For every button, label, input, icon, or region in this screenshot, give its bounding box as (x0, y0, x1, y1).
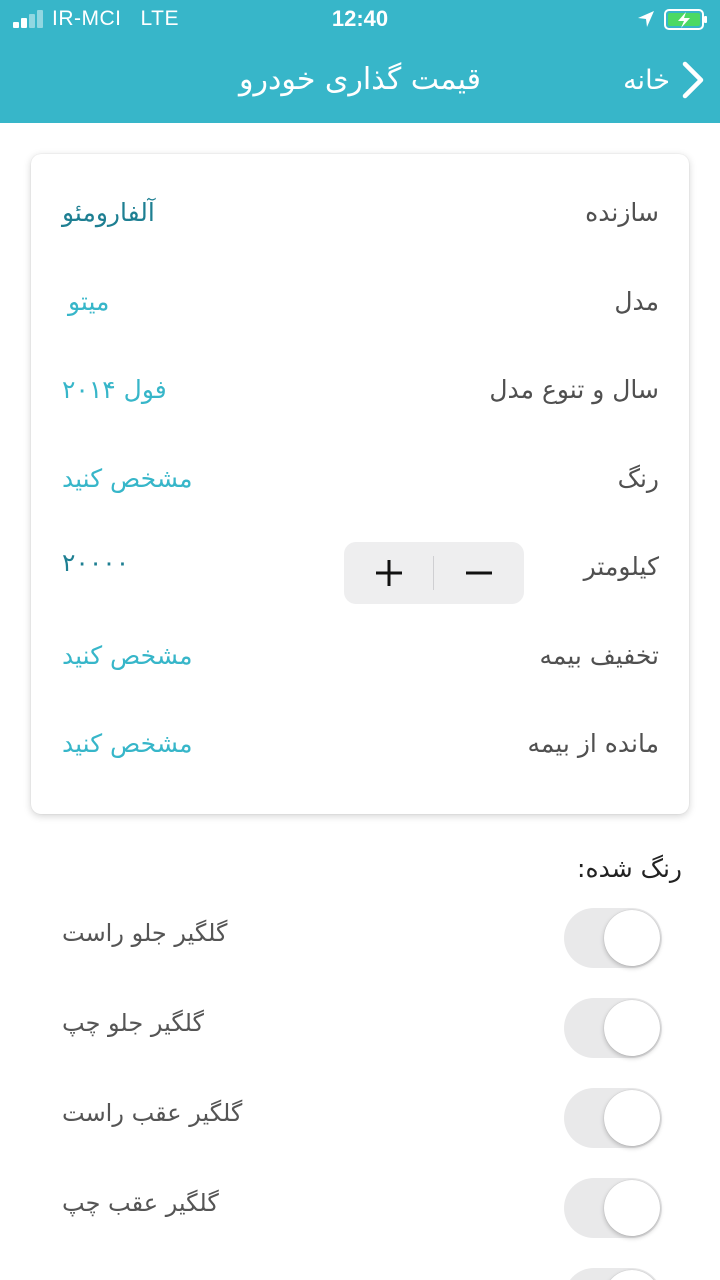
location-arrow-icon (638, 11, 654, 27)
toggle-label: گلگیر جلو راست (62, 919, 228, 947)
front-right-fender-switch[interactable] (564, 908, 662, 968)
switch-knob (604, 1270, 660, 1280)
front-left-fender-switch[interactable] (564, 998, 662, 1058)
model-label: مدل (614, 287, 659, 316)
minus-icon (466, 571, 492, 575)
manufacturer-row[interactable]: سازنده آلفارومئو (31, 183, 689, 243)
switch-knob (604, 1090, 660, 1146)
insurance-discount-value[interactable]: مشخص کنید (62, 626, 193, 686)
app-header: IR-MCI LTE 12:40 قیمت گذاری خودرو خانه (0, 0, 720, 123)
switch-knob (604, 1000, 660, 1056)
painted-toggle-row: گلگیر جلو چپ (0, 998, 720, 1064)
model-value[interactable]: میتو (68, 272, 109, 332)
year-trim-label: سال و تنوع مدل (489, 375, 659, 404)
rear-right-fender-switch[interactable] (564, 1088, 662, 1148)
manufacturer-label: سازنده (585, 198, 659, 227)
year-trim-row[interactable]: سال و تنوع مدل فول ۲۰۱۴ (31, 360, 689, 420)
mileage-value: ۲۰۰۰۰ (62, 548, 130, 577)
painted-toggle-row: گلگیر عقب راست (0, 1088, 720, 1154)
car-details-card: سازنده آلفارومئو مدل میتو سال و تنوع مدل… (31, 154, 689, 814)
toggle-label: گلگیر جلو چپ (62, 1009, 204, 1037)
insurance-discount-row[interactable]: تخفیف بیمه مشخص کنید (31, 626, 689, 686)
switch-knob (604, 910, 660, 966)
navigation-bar: قیمت گذاری خودرو خانه (0, 40, 720, 123)
rear-left-fender-switch[interactable] (564, 1178, 662, 1238)
insurance-discount-label: تخفیف بیمه (539, 641, 659, 670)
painted-toggle-row: گلگیر جلو راست (0, 908, 720, 974)
model-row[interactable]: مدل میتو (31, 272, 689, 332)
toggle-label: گلگیر عقب راست (62, 1099, 243, 1127)
painted-toggle-row: گلگیر عقب چپ (0, 1178, 720, 1244)
insurance-remaining-value[interactable]: مشخص کنید (62, 714, 193, 774)
color-label: رنگ (617, 464, 659, 493)
status-time: 12:40 (331, 6, 389, 31)
chevron-right-icon (682, 61, 704, 99)
toggle-label: گلگیر عقب چپ (62, 1189, 219, 1217)
back-button[interactable]: خانه (623, 58, 706, 102)
switch-knob (604, 1180, 660, 1236)
insurance-remaining-label: مانده از بیمه (527, 729, 659, 758)
insurance-remaining-row[interactable]: مانده از بیمه مشخص کنید (31, 714, 689, 774)
page-title: قیمت گذاری خودرو (239, 62, 481, 97)
mileage-stepper (344, 542, 524, 604)
plus-icon (376, 560, 402, 586)
mileage-label: کیلومتر (583, 552, 659, 581)
back-button-label: خانه (623, 64, 670, 96)
color-row[interactable]: رنگ مشخص کنید (31, 449, 689, 509)
increment-button[interactable] (344, 542, 434, 604)
painted-section-title: رنگ شده: (577, 854, 682, 883)
status-bar: IR-MCI LTE 12:40 (0, 0, 720, 40)
painted-toggle-row-partial (0, 1268, 720, 1280)
battery-charging-icon (664, 9, 707, 30)
partial-switch[interactable] (564, 1268, 662, 1280)
manufacturer-value[interactable]: آلفارومئو (62, 183, 155, 243)
year-trim-value[interactable]: فول ۲۰۱۴ (62, 360, 167, 420)
color-value[interactable]: مشخص کنید (62, 449, 193, 509)
decrement-button[interactable] (434, 542, 524, 604)
